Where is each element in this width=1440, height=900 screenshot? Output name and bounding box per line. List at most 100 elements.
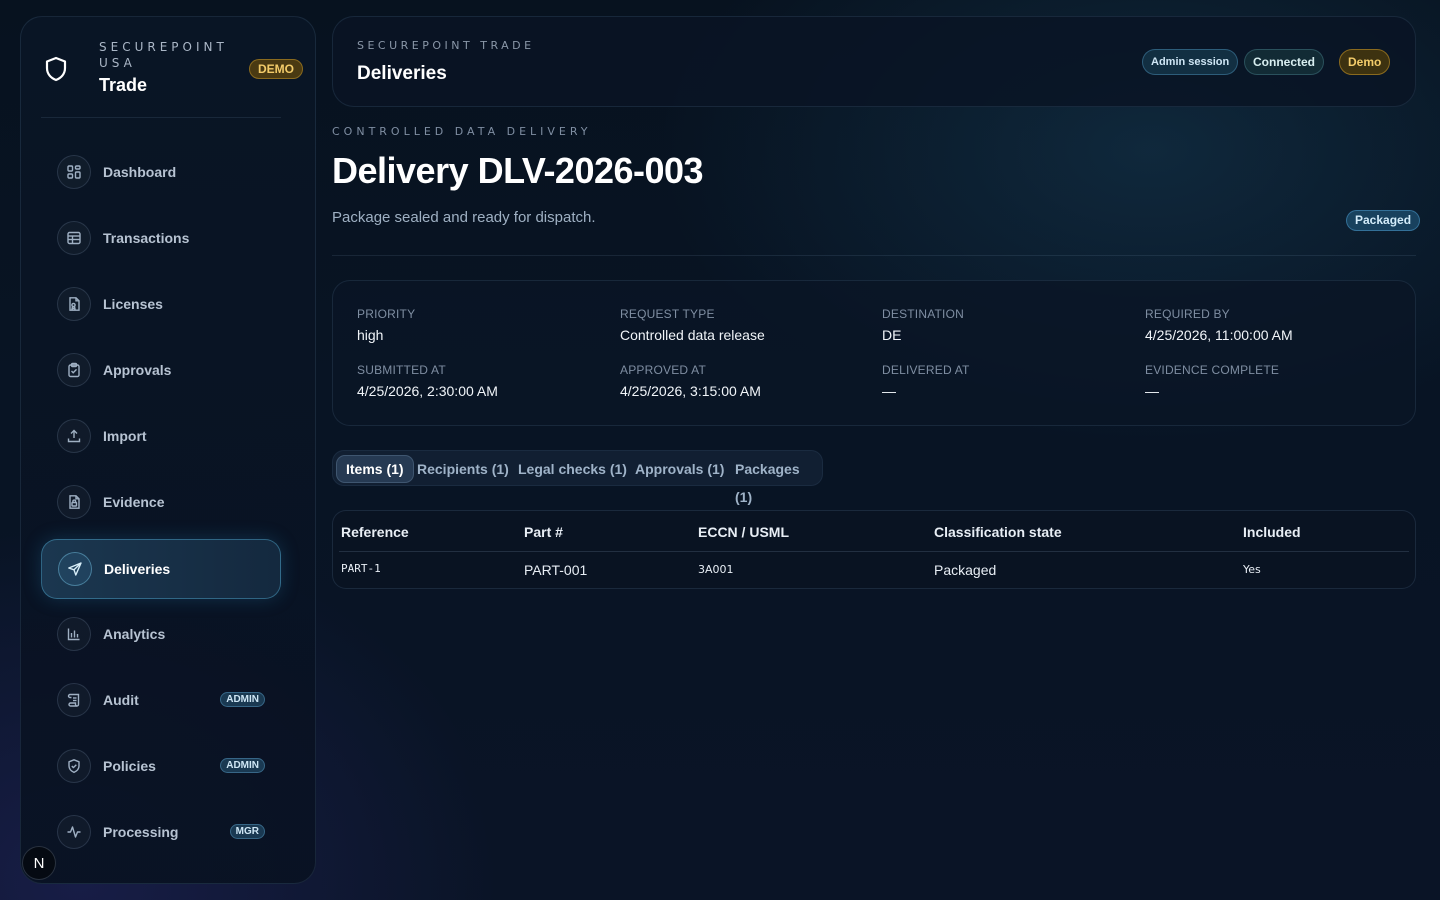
tab-approvals[interactable]: Approvals (1) [626,455,733,483]
cell-reference: PART-1 [341,562,381,575]
sidebar-item-label: Approvals [103,362,172,378]
field-value: 4/25/2026, 11:00:00 AM [1145,327,1293,343]
sidebar-item-label: Licenses [103,296,163,312]
file-lock-icon [57,485,91,519]
field-value: Controlled data release [620,327,765,343]
field-value: DE [882,327,902,343]
field-label: Delivered at [882,363,970,377]
demo-badge: DEMO [249,59,303,79]
field-request-type: Request type Controlled data release [620,307,870,343]
brand-title: Trade [99,75,148,95]
column-header[interactable]: Classification state [934,524,1062,540]
sidebar-item-label: Processing [103,824,179,840]
column-header[interactable]: Part # [524,524,563,540]
cell-included: Yes [1243,563,1261,576]
field-approved-at: Approved at 4/25/2026, 3:15:00 AM [620,363,870,399]
header-org: SECUREPOINT TRADE [357,39,535,52]
header-title: Deliveries [357,63,447,84]
sidebar-item-label: Transactions [103,230,190,246]
page-eyebrow: CONTROLLED DATA DELIVERY [332,125,592,138]
sidebar-item-audit[interactable]: Audit ADMIN [41,670,281,730]
shield-icon [45,56,67,82]
cell-part-number: PART-001 [524,562,588,578]
sidebar-item-label: Evidence [103,494,165,510]
sidebar-item-dashboard[interactable]: Dashboard [41,142,281,202]
sidebar-item-policies[interactable]: Policies ADMIN [41,736,281,796]
top-header: SECUREPOINT TRADE Deliveries Admin sessi… [332,16,1416,107]
divider [339,551,1409,552]
tab-items[interactable]: Items (1) [336,455,414,483]
license-doc-icon [57,287,91,321]
sidebar-item-analytics[interactable]: Analytics [41,604,281,664]
divider [332,255,1416,256]
sidebar: SECUREPOINT USA Trade DEMO Dashboard Tra… [20,16,316,884]
field-evidence-complete: Evidence complete — [1145,363,1395,399]
mgr-badge: MGR [229,824,265,839]
scroll-icon [57,683,91,717]
status-badge: Packaged [1346,210,1421,231]
demo-mode-badge: Demo [1339,49,1391,75]
page-title: Delivery DLV-2026-003 [332,150,704,191]
field-value: high [357,327,384,343]
admin-badge: ADMIN [220,692,265,707]
divider [41,117,281,118]
field-label: Evidence complete [1145,363,1280,377]
field-value: 4/25/2026, 3:15:00 AM [620,383,761,399]
field-value: 4/25/2026, 2:30:00 AM [357,383,498,399]
brand-org-line2: USA [99,56,136,70]
items-table: Reference Part # ECCN / USML Classificat… [332,510,1416,589]
brand-org-line1: SECUREPOINT [99,40,228,54]
delivery-details-card: Priority high Request type Controlled da… [332,280,1416,426]
field-required-by: Required by 4/25/2026, 11:00:00 AM [1145,307,1395,343]
field-label: Request type [620,307,715,321]
sidebar-item-processing[interactable]: Processing MGR [41,802,281,862]
field-label: Priority [357,307,416,321]
clipboard-check-icon [57,353,91,387]
sidebar-item-label: Dashboard [103,164,177,180]
sidebar-item-licenses[interactable]: Licenses [41,274,281,334]
send-icon [58,552,92,586]
brand-org: SECUREPOINT USA [99,39,239,71]
connection-status-badge: Connected [1244,49,1325,75]
sidebar-item-evidence[interactable]: Evidence [41,472,281,532]
sidebar-item-approvals[interactable]: Approvals [41,340,281,400]
field-delivered-at: Delivered at — [882,363,1132,399]
field-destination: Destination DE [882,307,1132,343]
admin-badge: ADMIN [220,758,265,773]
activity-icon [57,815,91,849]
cell-eccn: 3A001 [698,563,734,576]
field-label: Approved at [620,363,707,377]
sidebar-item-label: Import [103,428,147,444]
field-label: Required by [1145,307,1230,321]
field-value: — [882,383,896,399]
table-icon [57,221,91,255]
brand[interactable]: SECUREPOINT USA Trade DEMO [41,39,303,119]
admin-session-badge[interactable]: Admin session [1142,49,1239,75]
sidebar-item-label: Audit [103,692,139,708]
tab-recipients[interactable]: Recipients (1) [408,455,518,483]
grid-icon [57,155,91,189]
sidebar-item-label: Policies [103,758,156,774]
tab-legal-checks[interactable]: Legal checks (1) [509,455,636,483]
field-priority: Priority high [357,307,607,343]
sidebar-item-transactions[interactable]: Transactions [41,208,281,268]
sidebar-item-label: Deliveries [104,561,171,577]
sidebar-item-import[interactable]: Import [41,406,281,466]
upload-icon [57,419,91,453]
sidebar-item-label: Analytics [103,626,166,642]
field-submitted-at: Submitted at 4/25/2026, 2:30:00 AM [357,363,607,399]
cell-classification-state: Packaged [934,562,997,578]
column-header[interactable]: ECCN / USML [698,524,789,540]
user-avatar[interactable]: N [22,846,56,880]
column-header[interactable]: Included [1243,524,1301,540]
page-subtitle: Package sealed and ready for dispatch. [332,209,596,226]
field-value: — [1145,383,1159,399]
bar-chart-icon [57,617,91,651]
column-header[interactable]: Reference [341,524,409,540]
tab-packages[interactable]: Packages (1) [726,455,822,505]
tab-bar: Items (1) Recipients (1) Legal checks (1… [332,450,823,505]
sidebar-item-deliveries[interactable]: Deliveries [41,539,281,599]
field-label: Submitted at [357,363,446,377]
shield-check-icon [57,749,91,783]
field-label: Destination [882,307,964,321]
